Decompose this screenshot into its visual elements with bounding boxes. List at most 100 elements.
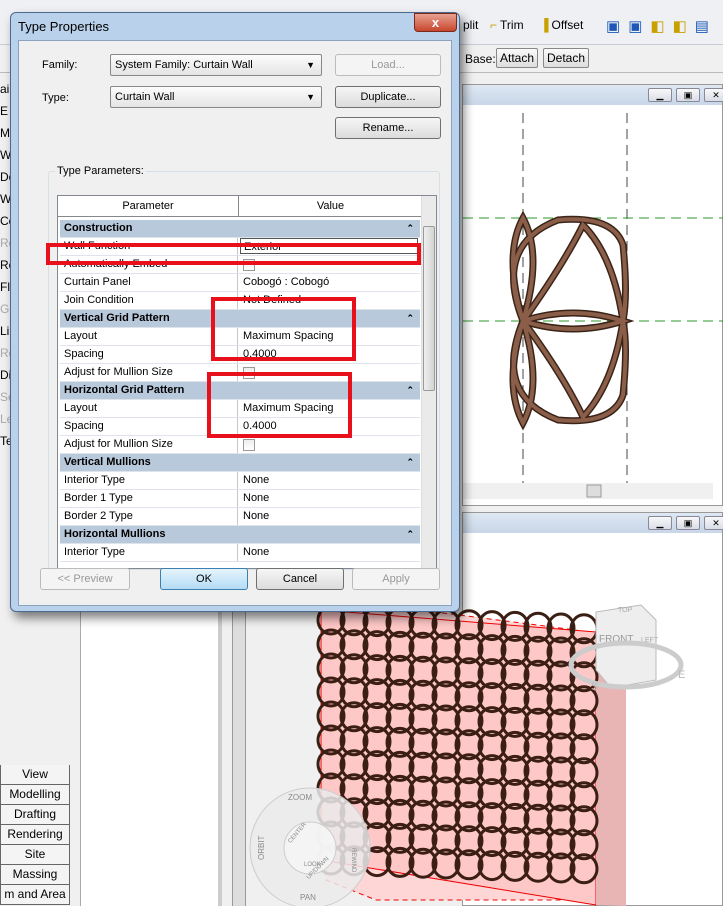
wheel-orbit[interactable]: ORBIT <box>257 835 266 860</box>
wheel-zoom[interactable]: ZOOM <box>288 793 312 802</box>
design-bar-tabs: View Modelling Drafting Rendering Site Massin… <box>0 765 70 905</box>
type-value: Curtain Wall <box>115 91 175 103</box>
preview-button[interactable]: << Preview <box>40 568 130 590</box>
tool-icon[interactable]: ◧ <box>650 17 664 35</box>
column-header-parameter[interactable]: Parameter <box>58 196 239 217</box>
tool-icon[interactable]: ▣ <box>628 17 642 35</box>
tool-icon[interactable]: ▣ <box>606 17 620 35</box>
table-group-horizontal-mullions[interactable]: Horizontal Mullions ⌃ <box>60 526 420 544</box>
steering-wheel[interactable]: ZOOM ORBIT PAN CENTER LOOK UP/DOWN REWIN… <box>249 787 371 906</box>
design-bar-tab[interactable]: Massing <box>0 865 70 885</box>
group-label: Construction <box>64 222 133 234</box>
value-text: None <box>243 492 270 504</box>
attach-button[interactable]: Attach <box>496 48 539 68</box>
table-row[interactable]: Adjust for Mullion Size <box>60 436 420 454</box>
type-label: Type: <box>42 92 69 104</box>
chevron-up-icon[interactable]: ⌃ <box>406 310 414 327</box>
parameter-name: Curtain Panel <box>62 274 238 291</box>
plan-drawing <box>463 113 723 499</box>
parameter-name: Border 2 Type <box>62 508 238 525</box>
tool-icon[interactable]: ▤ <box>695 17 709 35</box>
chevron-up-icon[interactable]: ⌃ <box>406 382 414 399</box>
table-header: Parameter Value <box>58 196 422 217</box>
vertical-scrollbar[interactable] <box>421 196 436 568</box>
value-text: None <box>243 510 270 522</box>
maximize-button[interactable]: ▣ <box>676 88 700 102</box>
table-row[interactable]: Interior Type None <box>60 544 420 562</box>
trim-icon: ⌐ <box>490 18 498 32</box>
type-parameters-label: Type Parameters: <box>55 165 146 177</box>
parameter-value[interactable]: None <box>240 472 418 489</box>
apply-button[interactable]: Apply <box>352 568 440 590</box>
trim-label: Trim <box>500 18 524 32</box>
offset-icon: ▐ <box>540 18 549 32</box>
close-view-button[interactable]: ✕ <box>704 88 723 102</box>
minimize-button[interactable]: ▁ <box>648 88 672 102</box>
rename-button[interactable]: Rename... <box>335 117 441 139</box>
family-dropdown[interactable]: System Family: Curtain Wall ▼ <box>110 54 322 76</box>
parameter-name: Adjust for Mullion Size <box>62 436 238 453</box>
table-group-construction[interactable]: Construction ⌃ <box>60 220 420 238</box>
type-dropdown[interactable]: Curtain Wall ▼ <box>110 86 322 108</box>
table-row[interactable]: Border 2 Type None <box>60 508 420 526</box>
value-text: None <box>243 474 270 486</box>
column-header-value[interactable]: Value <box>239 196 422 217</box>
table-row[interactable]: Curtain Panel Cobogó : Cobogó <box>60 274 420 292</box>
viewcube-top[interactable]: TOP <box>618 607 633 614</box>
parameter-name: Interior Type <box>62 544 238 561</box>
design-bar-tab[interactable]: Site <box>0 845 70 865</box>
highlight-vertical-grid <box>211 297 356 361</box>
design-bar-tab[interactable]: View <box>0 765 70 785</box>
value-text: None <box>243 546 270 558</box>
wheel-rewind[interactable]: REWIND <box>350 848 356 873</box>
cancel-button[interactable]: Cancel <box>256 568 344 590</box>
plan-view-window: ▁ ▣ ✕ <box>462 84 723 506</box>
maximize-button[interactable]: ▣ <box>676 516 700 530</box>
parameter-value[interactable]: None <box>240 490 418 507</box>
chevron-up-icon[interactable]: ⌃ <box>406 454 414 471</box>
detach-button[interactable]: Detach <box>543 48 590 68</box>
close-button[interactable]: x <box>414 13 457 32</box>
group-label: Vertical Mullions <box>64 456 151 468</box>
design-bar-tab[interactable]: Drafting <box>0 805 70 825</box>
chevron-up-icon[interactable]: ⌃ <box>406 526 414 543</box>
offset-button[interactable]: ▐ Offset <box>540 18 583 32</box>
minimize-button[interactable]: ▁ <box>648 516 672 530</box>
base-label: Base: <box>465 52 496 66</box>
table-row[interactable]: Border 1 Type None <box>60 490 420 508</box>
design-bar-tab[interactable]: Rendering <box>0 825 70 845</box>
splitter[interactable] <box>232 612 246 906</box>
chevron-up-icon[interactable]: ⌃ <box>406 220 414 237</box>
parameter-value[interactable]: None <box>240 508 418 525</box>
dialog-title: Type Properties <box>18 19 110 34</box>
chevron-down-icon: ▼ <box>306 92 315 102</box>
close-view-button[interactable]: ✕ <box>704 516 723 530</box>
split-label: plit <box>463 18 479 32</box>
checkbox[interactable] <box>243 439 255 451</box>
tool-icons[interactable]: ▣ ▣ ◧ ◧ ▤ <box>606 17 709 35</box>
load-button[interactable]: Load... <box>335 54 441 76</box>
trim-button[interactable]: ⌐ Trim <box>490 18 524 32</box>
group-label: Horizontal Mullions <box>64 528 166 540</box>
duplicate-button[interactable]: Duplicate... <box>335 86 441 108</box>
viewcube[interactable]: FRONT TOP LEFT E S <box>568 604 685 693</box>
highlight-curtain-panel <box>46 243 421 265</box>
family-label: Family: <box>42 59 78 71</box>
parameter-name: Interior Type <box>62 472 238 489</box>
parameter-value[interactable]: None <box>240 544 418 561</box>
family-value: System Family: Curtain Wall <box>115 59 253 71</box>
compass-e: E <box>678 669 685 681</box>
table-row[interactable]: Interior Type None <box>60 472 420 490</box>
wheel-pan[interactable]: PAN <box>300 893 316 902</box>
chevron-down-icon: ▼ <box>306 60 315 70</box>
split-button[interactable]: plit <box>463 18 478 32</box>
table-group-vertical-mullions[interactable]: Vertical Mullions ⌃ <box>60 454 420 472</box>
highlight-horizontal-grid <box>207 372 352 438</box>
ok-button[interactable]: OK <box>160 568 248 590</box>
design-bar-tab[interactable]: m and Area <box>0 885 70 905</box>
design-bar-tab[interactable]: Modelling <box>0 785 70 805</box>
tool-icon[interactable]: ◧ <box>673 17 687 35</box>
scrollbar-thumb[interactable] <box>423 226 435 391</box>
compass-s: S <box>591 681 598 693</box>
parameter-value[interactable]: Cobogó : Cobogó <box>240 274 418 291</box>
